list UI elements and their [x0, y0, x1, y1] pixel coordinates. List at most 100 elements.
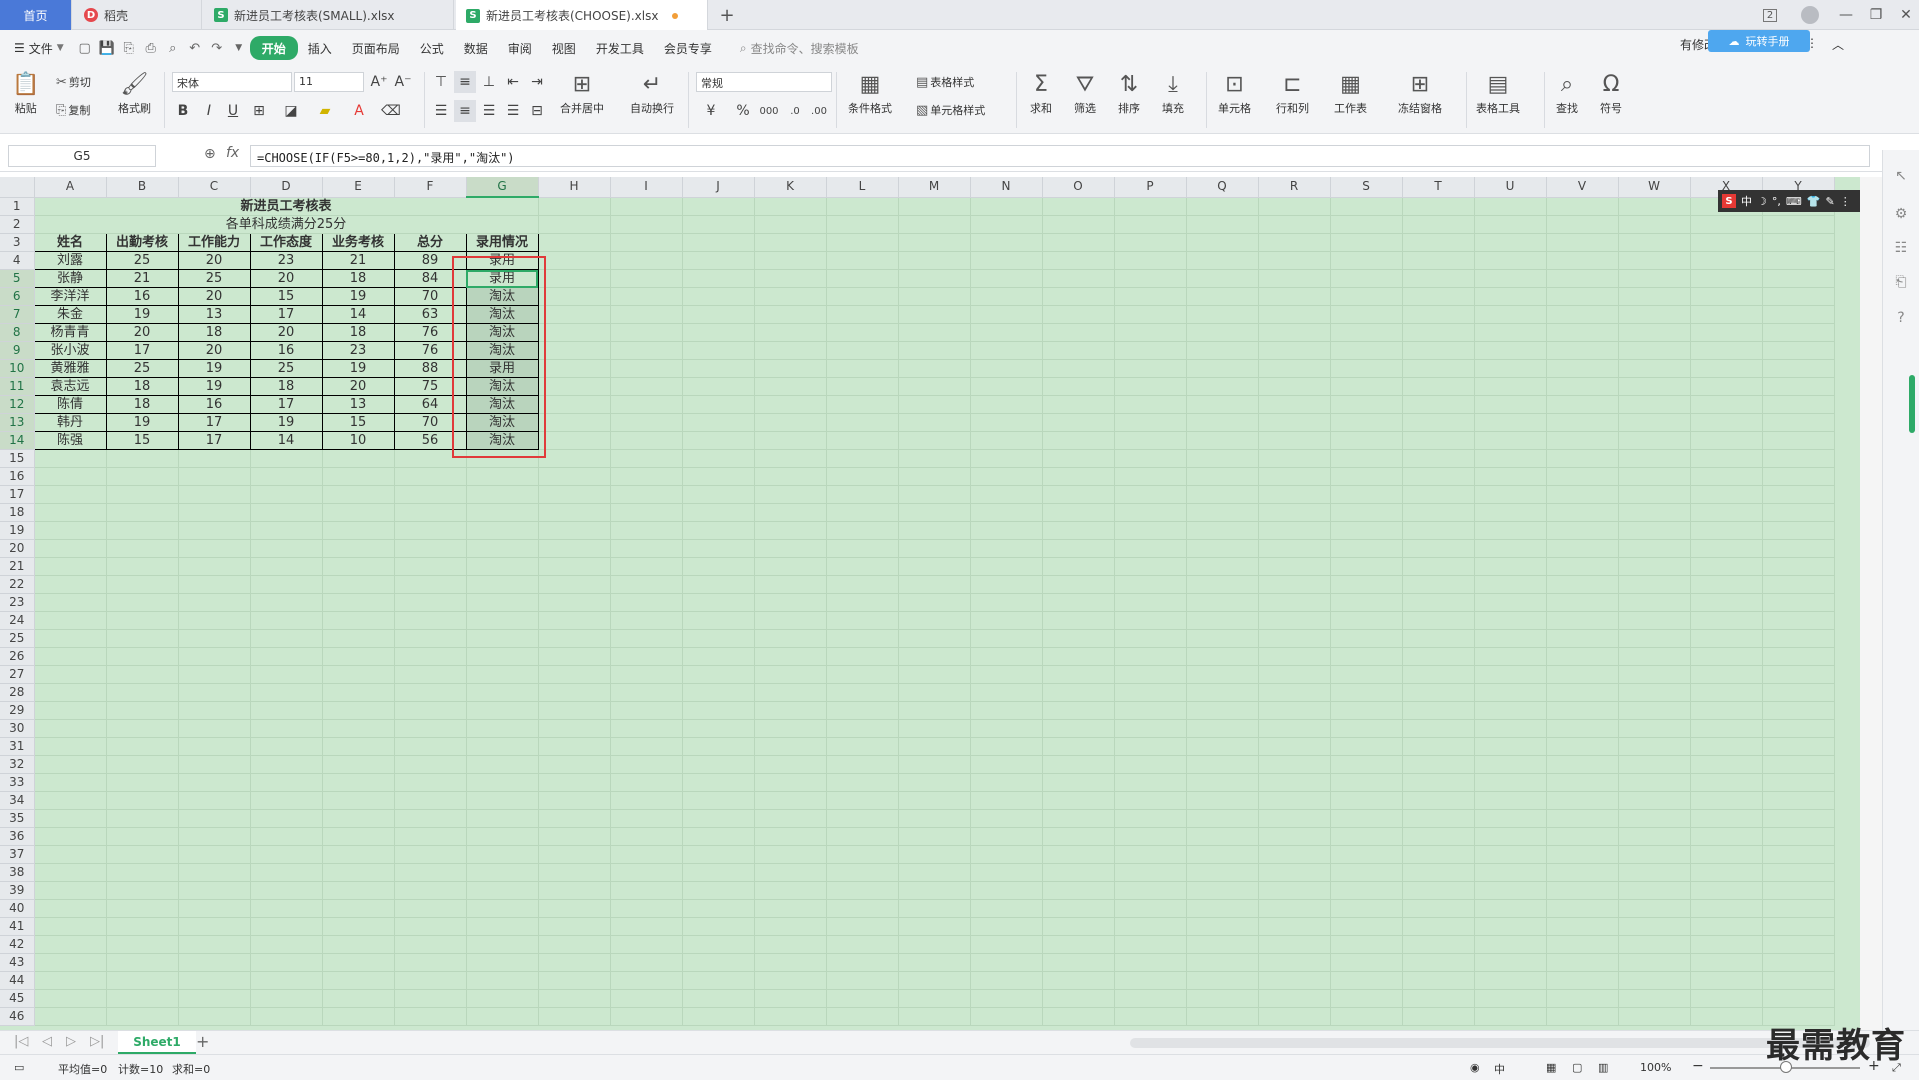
cell-s11[interactable]: [1330, 377, 1403, 396]
percent-icon[interactable]: %: [732, 100, 754, 122]
cell-x23[interactable]: [1690, 593, 1763, 612]
cell-v29[interactable]: [1546, 701, 1619, 720]
cell-w40[interactable]: [1618, 899, 1691, 918]
cell-p43[interactable]: [1114, 953, 1187, 972]
cell-u39[interactable]: [1474, 881, 1547, 900]
cell-m6[interactable]: [898, 287, 971, 306]
cell-g18[interactable]: [466, 503, 539, 522]
cell-h46[interactable]: [538, 1007, 611, 1026]
cell-v36[interactable]: [1546, 827, 1619, 846]
cell-f20[interactable]: [394, 539, 467, 558]
cell-v38[interactable]: [1546, 863, 1619, 882]
cell-w3[interactable]: [1618, 233, 1691, 252]
cell-s30[interactable]: [1330, 719, 1403, 738]
cell-o40[interactable]: [1042, 899, 1115, 918]
cell-h14[interactable]: [538, 431, 611, 450]
cell-j32[interactable]: [682, 755, 755, 774]
cell-n2[interactable]: [970, 215, 1043, 234]
cell-j16[interactable]: [682, 467, 755, 486]
cell-h23[interactable]: [538, 593, 611, 612]
cell-h30[interactable]: [538, 719, 611, 738]
cell-r18[interactable]: [1258, 503, 1331, 522]
cell-h18[interactable]: [538, 503, 611, 522]
cell-b44[interactable]: [106, 971, 179, 990]
cell-j41[interactable]: [682, 917, 755, 936]
cell-q21[interactable]: [1186, 557, 1259, 576]
cell-d44[interactable]: [250, 971, 323, 990]
cell-m5[interactable]: [898, 269, 971, 288]
cell-d37[interactable]: [250, 845, 323, 864]
cell-x17[interactable]: [1690, 485, 1763, 504]
cell-q18[interactable]: [1186, 503, 1259, 522]
cell-g46[interactable]: [466, 1007, 539, 1026]
cell-n44[interactable]: [970, 971, 1043, 990]
cell-w21[interactable]: [1618, 557, 1691, 576]
cell-j14[interactable]: [682, 431, 755, 450]
cell-s19[interactable]: [1330, 521, 1403, 540]
cell-j7[interactable]: [682, 305, 755, 324]
cell-r15[interactable]: [1258, 449, 1331, 468]
cell-s17[interactable]: [1330, 485, 1403, 504]
cell-o28[interactable]: [1042, 683, 1115, 702]
cell-q14[interactable]: [1186, 431, 1259, 450]
cell-o25[interactable]: [1042, 629, 1115, 648]
cell-j43[interactable]: [682, 953, 755, 972]
cell-p7[interactable]: [1114, 305, 1187, 324]
cell-h1[interactable]: [538, 197, 611, 216]
cell-s6[interactable]: [1330, 287, 1403, 306]
cell-e46[interactable]: [322, 1007, 395, 1026]
cell-o26[interactable]: [1042, 647, 1115, 666]
formula-input[interactable]: =CHOOSE(IF(F5>=80,1,2),"录用","淘汰"): [250, 145, 1870, 167]
cell-l2[interactable]: [826, 215, 899, 234]
cell-w44[interactable]: [1618, 971, 1691, 990]
cell-e44[interactable]: [322, 971, 395, 990]
cell-v20[interactable]: [1546, 539, 1619, 558]
cell-l12[interactable]: [826, 395, 899, 414]
menu-developer[interactable]: 开发工具: [586, 36, 654, 60]
cell-m33[interactable]: [898, 773, 971, 792]
cell-a45[interactable]: [34, 989, 107, 1008]
cell-n32[interactable]: [970, 755, 1043, 774]
cell-y28[interactable]: [1762, 683, 1835, 702]
cell-a21[interactable]: [34, 557, 107, 576]
cell-n36[interactable]: [970, 827, 1043, 846]
cell-j44[interactable]: [682, 971, 755, 990]
cell-y39[interactable]: [1762, 881, 1835, 900]
cell-n26[interactable]: [970, 647, 1043, 666]
cell-m7[interactable]: [898, 305, 971, 324]
cell-u4[interactable]: [1474, 251, 1547, 270]
cell-a4[interactable]: 刘露: [33, 251, 107, 270]
cell-a25[interactable]: [34, 629, 107, 648]
cell-x37[interactable]: [1690, 845, 1763, 864]
cell-x19[interactable]: [1690, 521, 1763, 540]
cell-u11[interactable]: [1474, 377, 1547, 396]
column-header-h[interactable]: H: [538, 177, 611, 198]
cell-j39[interactable]: [682, 881, 755, 900]
cell-k45[interactable]: [754, 989, 827, 1008]
cell-t28[interactable]: [1402, 683, 1475, 702]
cell-y37[interactable]: [1762, 845, 1835, 864]
cell-m14[interactable]: [898, 431, 971, 450]
cell-o9[interactable]: [1042, 341, 1115, 360]
cell-b29[interactable]: [106, 701, 179, 720]
cell-m4[interactable]: [898, 251, 971, 270]
cell-t32[interactable]: [1402, 755, 1475, 774]
cell-h45[interactable]: [538, 989, 611, 1008]
row-header-11[interactable]: 11: [0, 377, 35, 396]
cell-k18[interactable]: [754, 503, 827, 522]
cell-o31[interactable]: [1042, 737, 1115, 756]
cell-n16[interactable]: [970, 467, 1043, 486]
cell-b14[interactable]: 15: [105, 431, 179, 450]
cell-y44[interactable]: [1762, 971, 1835, 990]
horizontal-scrollbar[interactable]: [1130, 1038, 1870, 1048]
cell-i6[interactable]: [610, 287, 683, 306]
cell-j30[interactable]: [682, 719, 755, 738]
cell-g37[interactable]: [466, 845, 539, 864]
clear-format-icon[interactable]: ⌫: [380, 100, 402, 122]
cell-x29[interactable]: [1690, 701, 1763, 720]
cell-h35[interactable]: [538, 809, 611, 828]
cell-j9[interactable]: [682, 341, 755, 360]
cell-g45[interactable]: [466, 989, 539, 1008]
cell-x46[interactable]: [1690, 1007, 1763, 1026]
cell-x16[interactable]: [1690, 467, 1763, 486]
